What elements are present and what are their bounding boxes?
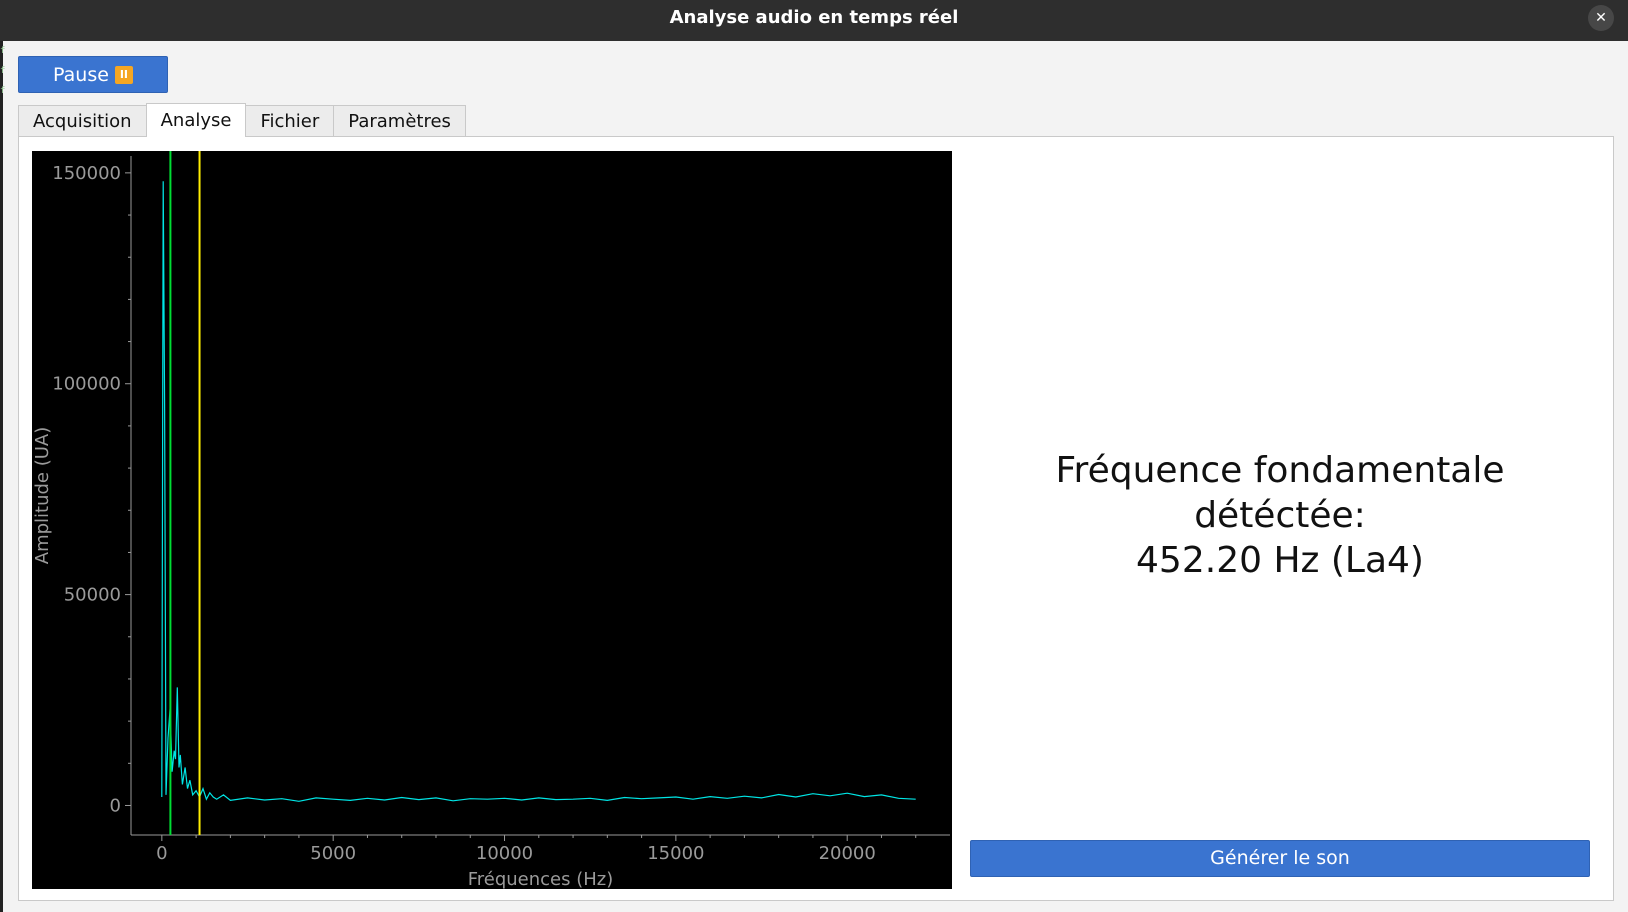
spectrum-series-line <box>161 181 916 802</box>
y-tick-label: 50000 <box>64 585 121 606</box>
y-axis-label: Amplitude (UA) <box>32 427 53 565</box>
edge-glyph: f <box>0 46 6 56</box>
x-tick-label: 10000 <box>476 843 533 864</box>
readout-line-2: 452.20 Hz (La4) <box>1136 540 1424 581</box>
tab-parametres[interactable]: Paramètres <box>333 105 466 136</box>
y-tick-label: 0 <box>110 795 121 816</box>
x-tick-label: 0 <box>156 843 167 864</box>
x-tick-label: 5000 <box>310 843 356 864</box>
spectrum-chart: 0 50000 100000 150000 0 5000 10000 15000 20000 Fr… <box>32 151 950 889</box>
tab-analyse[interactable]: Analyse <box>145 103 247 137</box>
title-bar: Analyse audio en temps réel ✕ <box>0 0 1628 41</box>
x-tick-label: 20000 <box>819 843 876 864</box>
tab-acquisition[interactable]: Acquisition <box>18 105 147 136</box>
pause-button-label: Pause <box>53 63 109 86</box>
pause-icon: II <box>114 65 133 84</box>
y-tick-label: 150000 <box>52 163 121 184</box>
spectrum-plot[interactable]: 0 50000 100000 150000 0 5000 10000 15000 20000 Fr… <box>32 151 952 889</box>
tab-fichier[interactable]: Fichier <box>245 105 335 136</box>
window-title: Analyse audio en temps réel <box>669 7 959 28</box>
x-axis-label: Fréquences (Hz) <box>468 869 614 889</box>
tab-bar: Acquisition Analyse Fichier Paramètres <box>18 103 466 137</box>
x-tick-label: 15000 <box>647 843 704 864</box>
edge-glyph: f <box>0 86 6 96</box>
edge-glyph: f <box>0 66 6 76</box>
fundamental-frequency-readout: Fréquence fondamentale détéctée: 452.20 … <box>965 448 1595 583</box>
generate-sound-button[interactable]: Générer le son <box>970 840 1590 877</box>
readout-line-1: Fréquence fondamentale détéctée: <box>1055 450 1505 536</box>
close-icon[interactable]: ✕ <box>1588 5 1614 31</box>
left-window-edge: fff <box>0 41 6 912</box>
pause-button[interactable]: Pause II <box>18 56 168 93</box>
y-tick-label: 100000 <box>52 374 121 395</box>
